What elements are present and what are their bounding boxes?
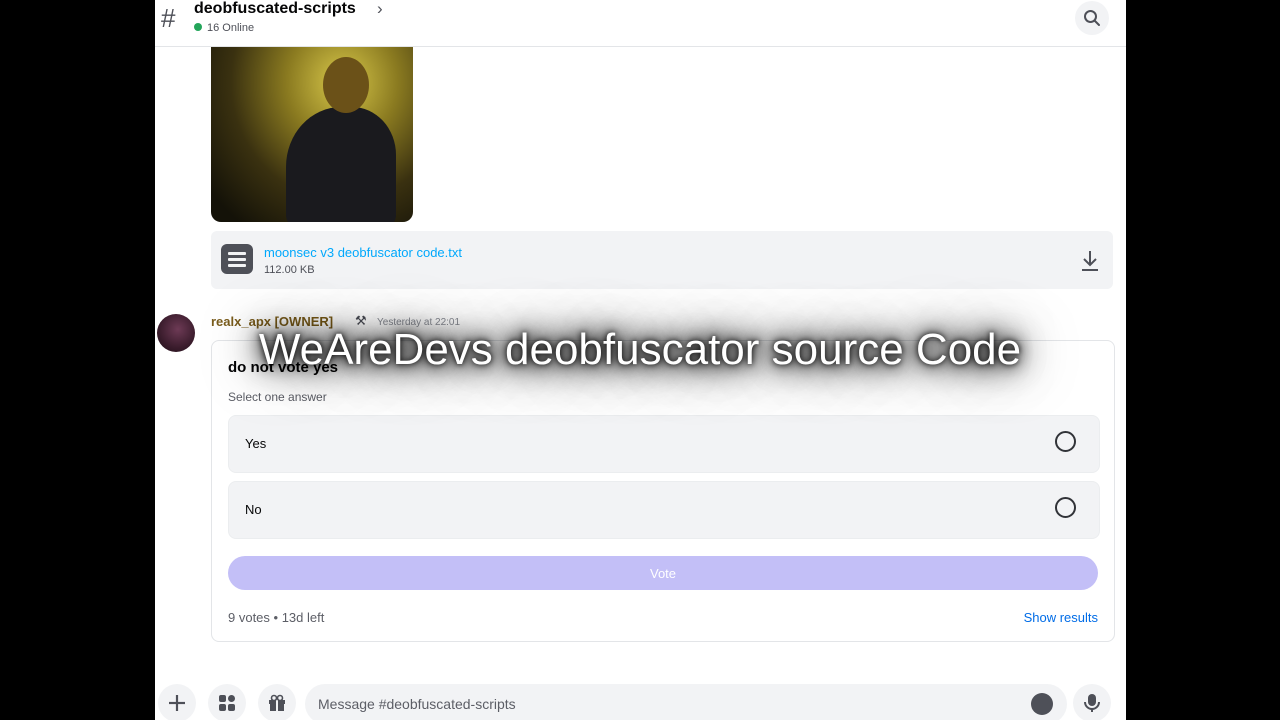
poll-option-label: Yes xyxy=(245,436,267,451)
online-status: 16 Online xyxy=(194,22,254,34)
gift-button[interactable] xyxy=(258,684,296,720)
video-caption-overlay: WeAreDevs deobfuscator source Code xyxy=(258,325,1022,374)
apps-button[interactable] xyxy=(208,684,246,720)
online-dot-icon xyxy=(194,23,202,31)
chevron-right-icon[interactable]: › xyxy=(377,0,383,19)
message-composer: Message #deobfuscated-scripts xyxy=(155,684,1126,720)
show-results-link[interactable]: Show results xyxy=(1024,610,1098,625)
poll-option-label: No xyxy=(245,502,262,517)
hash-icon: # xyxy=(161,3,176,33)
image-figure xyxy=(286,107,396,222)
voice-message-button[interactable] xyxy=(1073,684,1111,720)
file-size: 112.00 KB xyxy=(264,264,315,276)
message-placeholder: Message #deobfuscated-scripts xyxy=(318,696,516,712)
file-text-icon xyxy=(221,244,253,274)
image-head xyxy=(323,57,369,113)
radio-circle-icon[interactable] xyxy=(1055,431,1076,452)
poll-card: do not vote yes Select one answer Yes No… xyxy=(211,340,1115,642)
online-count: 16 Online xyxy=(207,22,255,34)
poll-option-no[interactable]: No xyxy=(228,481,1100,539)
download-icon[interactable] xyxy=(1079,249,1101,273)
poll-summary: 9 votes • 13d left xyxy=(228,610,325,625)
file-attachment: moonsec v3 deobfuscator code.txt 112.00 … xyxy=(211,231,1113,289)
gift-icon xyxy=(269,694,285,711)
search-icon xyxy=(1084,10,1100,26)
poll-hint: Select one answer xyxy=(228,390,327,404)
channel-title[interactable]: deobfuscated-scripts xyxy=(194,0,356,18)
plus-icon xyxy=(169,695,185,711)
search-button[interactable] xyxy=(1075,1,1109,35)
channel-header: # deobfuscated-scripts › 16 Online xyxy=(155,0,1126,47)
mic-icon xyxy=(1084,694,1100,712)
apps-icon xyxy=(219,695,235,711)
radio-circle-icon[interactable] xyxy=(1055,497,1076,518)
poll-option-yes[interactable]: Yes xyxy=(228,415,1100,473)
emoji-icon[interactable] xyxy=(1031,693,1053,715)
add-attachment-button[interactable] xyxy=(158,684,196,720)
attached-image[interactable] xyxy=(211,47,413,222)
file-name-link[interactable]: moonsec v3 deobfuscator code.txt xyxy=(264,245,462,260)
message-input[interactable]: Message #deobfuscated-scripts xyxy=(305,684,1067,720)
vote-button[interactable]: Vote xyxy=(228,556,1098,590)
